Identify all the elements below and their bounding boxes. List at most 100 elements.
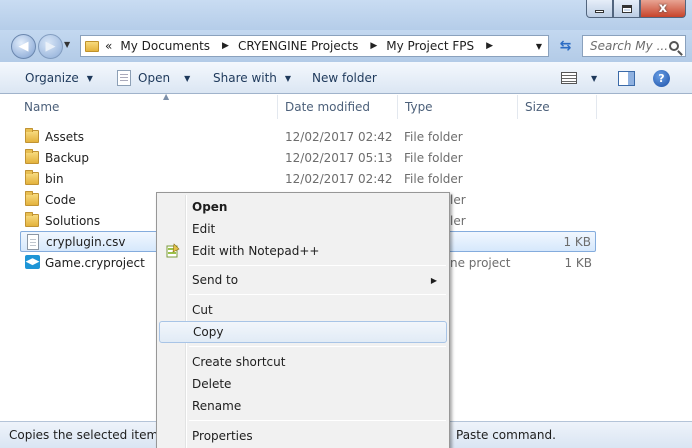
column-header-label: Size [525,100,550,114]
refresh-button[interactable]: ⇆ [553,35,578,57]
file-type: ler [450,213,466,228]
file-date: 12/02/2017 02:42 [285,171,393,186]
file-date: 12/02/2017 02:42 [285,129,393,144]
menu-item-copy[interactable]: Copy [159,321,447,343]
address-bar[interactable]: « My Documents ▶ CRYENGINE Projects ▶ My… [80,35,549,57]
file-type: File folder [404,129,463,144]
folder-icon [25,170,39,185]
forward-arrow-icon: ▶ [45,39,56,54]
breadcrumb-cryengine-projects[interactable]: CRYENGINE Projects [238,39,358,53]
folder-icon [25,149,39,164]
column-headers: Name ▲ Date modified Type Size [0,92,692,119]
preview-pane-button[interactable] [618,62,635,94]
menu-item-edit-with-notepad[interactable]: Edit with Notepad++ [159,240,447,262]
open-button[interactable]: Open ▼ [117,62,190,94]
minimize-button[interactable] [586,0,613,18]
file-size: 1 KB [563,234,591,249]
details-view-icon [561,72,577,84]
breadcrumb-separator-icon[interactable]: ▶ [486,41,493,51]
help-button[interactable]: ? [653,62,670,94]
breadcrumb-my-project-fps[interactable]: My Project FPS [386,39,474,53]
command-bar: Organize ▼ Open ▼ Share with ▼ New folder ▼… [0,62,692,94]
file-row-assets[interactable]: Assets 12/02/2017 02:42 File folder [20,126,596,147]
new-folder-label: New folder [312,71,377,85]
menu-separator [189,420,446,421]
open-label: Open [138,71,171,85]
menu-item-label: Cut [192,303,213,317]
share-with-label: Share with [213,71,277,85]
sort-ascending-icon: ▲ [163,92,170,101]
menu-item-create-shortcut[interactable]: Create shortcut [159,351,447,373]
file-name: cryplugin.csv [46,234,126,249]
breadcrumb-my-documents[interactable]: My Documents [120,39,210,53]
window-controls: x [586,0,686,18]
menu-item-open[interactable]: Open [159,196,447,218]
file-name: bin [45,171,64,186]
menu-item-cut[interactable]: Cut [159,299,447,321]
address-overflow-button[interactable]: « [105,39,112,53]
file-name: Code [45,192,76,207]
column-header-label: Type [405,100,433,114]
menu-item-properties[interactable]: Properties [159,425,447,447]
navigation-bar: ◀ ▶ ▼ « My Documents ▶ CRYENGINE Project… [0,30,692,62]
back-arrow-icon: ◀ [18,39,29,54]
menu-item-send-to[interactable]: Send to ▶ [159,269,447,291]
preview-pane-icon [618,70,635,86]
column-header-name[interactable]: Name ▲ [18,92,278,119]
chevron-down-icon: ▼ [184,73,191,83]
menu-item-rename[interactable]: Rename [159,395,447,417]
menu-item-label: Edit with Notepad++ [192,244,320,258]
menu-item-edit[interactable]: Edit [159,218,447,240]
menu-item-label: Create shortcut [192,355,286,369]
text-file-icon [27,234,39,250]
new-folder-button[interactable]: New folder [312,62,377,94]
search-box[interactable] [582,35,686,57]
share-with-button[interactable]: Share with ▼ [213,62,291,94]
menu-item-label: Open [192,200,228,214]
forward-button[interactable]: ▶ [38,34,63,59]
file-row-bin[interactable]: bin 12/02/2017 02:42 File folder [20,168,596,189]
breadcrumb-label: My Project FPS [386,39,475,53]
chevron-down-icon[interactable]: ▼ [591,74,597,83]
back-button[interactable]: ◀ [11,34,36,59]
breadcrumb-separator-icon[interactable]: ▶ [370,41,377,51]
folder-icon [85,40,99,52]
close-button[interactable]: x [640,0,686,18]
title-bar: x [0,0,692,30]
notepad-plus-plus-icon [166,243,180,258]
file-name: Solutions [45,213,101,228]
context-menu: Open Edit Edit with Notepad++ Send to ▶ … [156,192,450,448]
recent-pages-dropdown[interactable]: ▼ [64,40,70,49]
status-text: Copies the selected items to [9,428,181,442]
column-header-size[interactable]: Size [519,95,597,119]
folder-icon [25,128,39,143]
file-date: 12/02/2017 05:13 [285,150,393,165]
search-icon[interactable] [669,41,679,51]
address-dropdown-button[interactable]: ▼ [530,36,548,56]
file-type: ne project [450,255,511,270]
chevron-down-icon: ▼ [284,73,292,83]
cryproject-icon: ◀▶ [25,255,40,269]
column-header-label: Name [24,100,60,114]
maximize-icon [621,4,632,13]
breadcrumb-separator-icon[interactable]: ▶ [222,41,229,51]
submenu-arrow-icon: ▶ [430,275,437,285]
organize-label: Organize [25,71,79,85]
maximize-button[interactable] [613,0,640,18]
column-header-type[interactable]: Type [399,95,518,119]
file-name: Game.cryproject [45,255,145,270]
file-type: File folder [404,150,463,165]
file-row-backup[interactable]: Backup 12/02/2017 05:13 File folder [20,147,596,168]
change-view-button[interactable]: ▼ [561,62,597,94]
menu-item-delete[interactable]: Delete [159,373,447,395]
column-header-label: Date modified [285,100,371,114]
menu-separator [189,346,446,347]
minimize-icon [595,10,604,13]
organize-button[interactable]: Organize ▼ [25,62,93,94]
folder-icon [25,191,39,206]
file-type: File folder [404,171,463,186]
menu-item-label: Properties [192,429,253,443]
search-input[interactable] [583,39,667,53]
column-header-date-modified[interactable]: Date modified [279,95,398,119]
menu-item-label: Send to [192,273,239,287]
